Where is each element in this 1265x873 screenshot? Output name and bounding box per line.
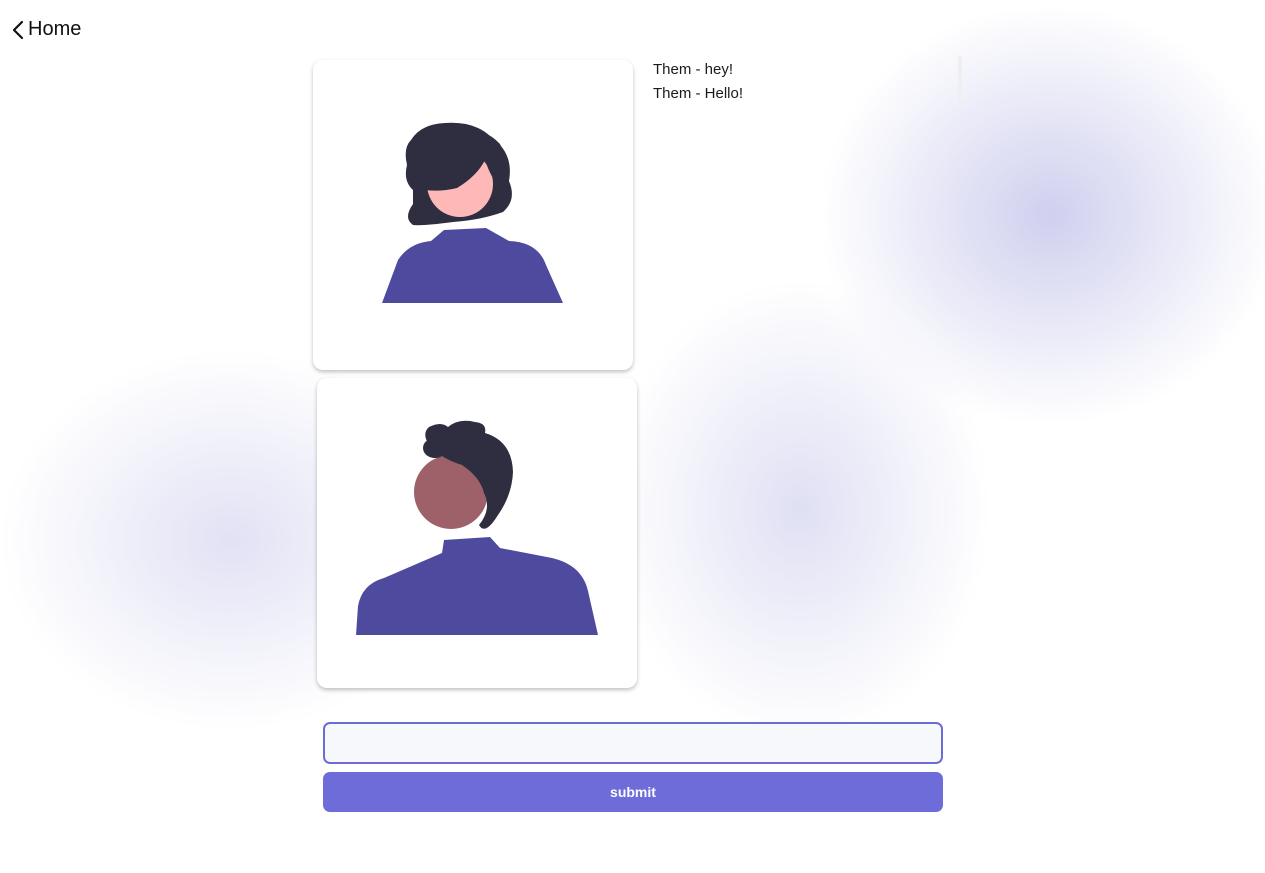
remote-video-card [313, 60, 633, 370]
chat-message: Them - Hello! [653, 85, 744, 102]
submit-button[interactable]: submit [323, 772, 943, 812]
chat-message-list: Them - hey! Them - Hello! [653, 58, 953, 106]
home-back-link[interactable]: Home [12, 18, 81, 41]
message-input[interactable] [323, 722, 943, 764]
man-avatar-icon [356, 420, 598, 635]
chat-message: Them - hey! [653, 61, 734, 78]
chat-scrollbar[interactable] [958, 56, 962, 104]
local-video-card [317, 378, 637, 688]
chevron-left-icon [12, 20, 24, 40]
home-link-label: Home [28, 18, 82, 40]
woman-avatar-icon [382, 122, 563, 303]
